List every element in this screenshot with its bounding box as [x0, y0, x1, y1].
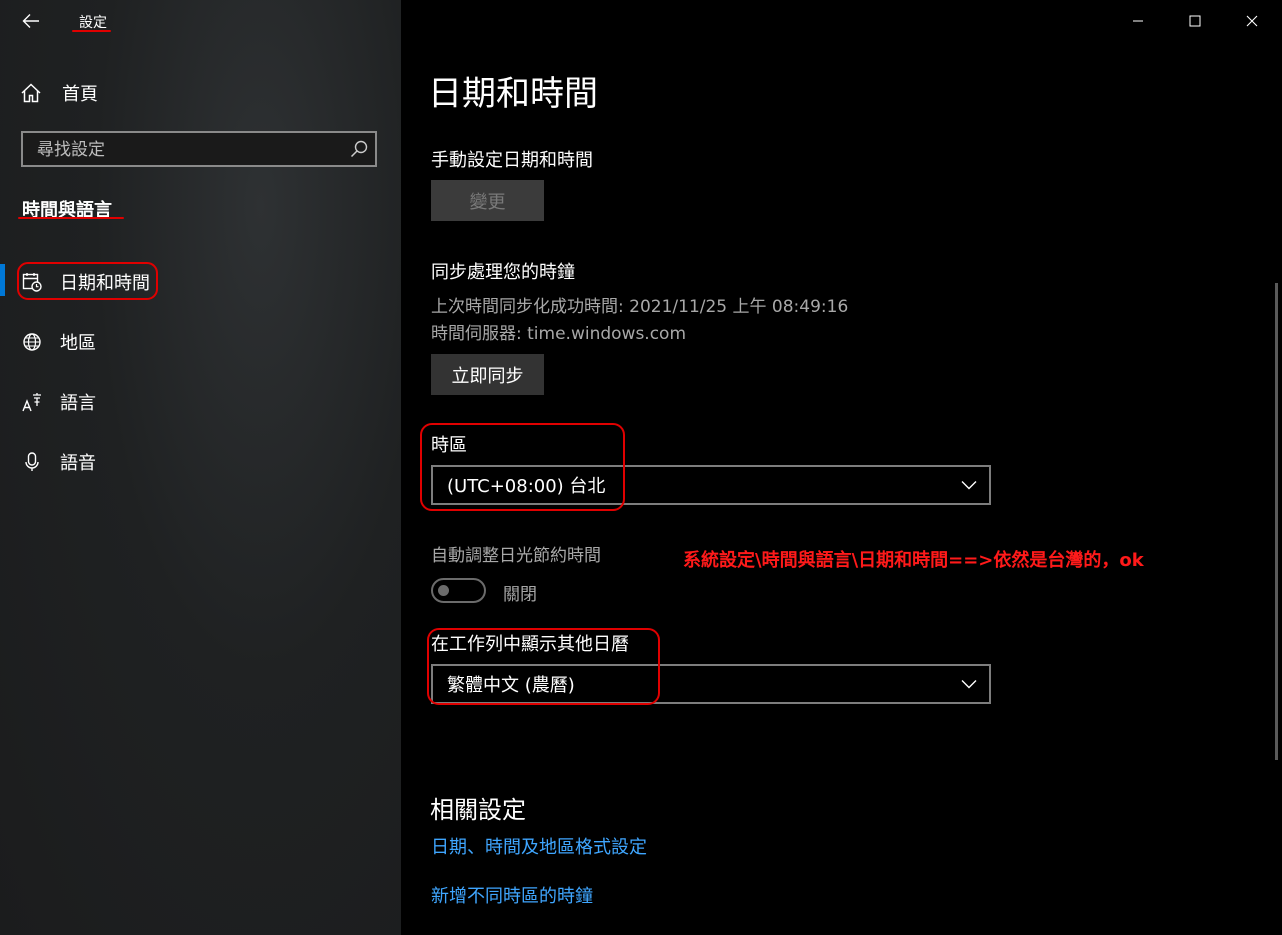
link-add-clocks[interactable]: 新增不同時區的時鐘 — [431, 882, 593, 908]
sidebar-item-region[interactable]: 地區 — [0, 322, 401, 362]
dst-state: 關閉 — [503, 585, 537, 605]
change-button[interactable]: 變更 — [431, 180, 544, 221]
annotation-circle-date-time — [17, 262, 158, 300]
search-box[interactable] — [21, 131, 377, 167]
last-sync-text: 上次時間同步化成功時間: 2021/11/25 上午 08:49:16 — [431, 297, 849, 317]
minimize-button[interactable] — [1109, 0, 1167, 42]
maximize-icon — [1189, 15, 1201, 27]
chevron-down-icon — [961, 481, 977, 490]
microphone-icon — [20, 450, 44, 474]
nav-home[interactable]: 首頁 — [20, 78, 380, 108]
dst-label: 自動調整日光節約時間 — [431, 546, 601, 566]
sidebar-item-speech[interactable]: 語音 — [0, 442, 401, 482]
sidebar-item-label: 語音 — [60, 453, 96, 474]
annotation-underline-title — [72, 30, 111, 32]
minimize-icon — [1133, 20, 1143, 22]
dst-toggle[interactable] — [431, 578, 486, 603]
sidebar: 設定 首頁 時間與語言 日期和時間 地區 語言 語音 — [0, 0, 401, 935]
annotation-box-timezone — [420, 423, 625, 511]
manual-set-label: 手動設定日期和時間 — [431, 150, 593, 171]
annotation-box-calendar — [427, 628, 660, 705]
sidebar-item-language[interactable]: 語言 — [0, 382, 401, 422]
related-settings-title: 相關設定 — [430, 796, 526, 824]
time-server-text: 時間伺服器: time.windows.com — [431, 324, 687, 344]
back-button[interactable] — [14, 8, 48, 34]
nav-home-label: 首頁 — [62, 84, 98, 105]
close-icon — [1246, 15, 1258, 27]
globe-icon — [20, 330, 44, 354]
annotation-underline-section — [18, 217, 124, 219]
home-icon — [21, 83, 41, 103]
sidebar-item-label: 語言 — [60, 393, 96, 414]
annotation-text: 系統設定\時間與語言\日期和時間==>依然是台灣的，ok — [683, 550, 1144, 571]
language-icon — [20, 390, 44, 414]
sidebar-item-label: 地區 — [60, 333, 96, 354]
toggle-knob — [438, 585, 449, 596]
search-input[interactable] — [23, 133, 349, 167]
link-region-format[interactable]: 日期、時間及地區格式設定 — [431, 833, 647, 859]
search-icon[interactable] — [349, 139, 369, 159]
scrollbar[interactable] — [1275, 283, 1278, 760]
sync-now-button[interactable]: 立即同步 — [431, 354, 544, 395]
app-title: 設定 — [79, 15, 107, 31]
sync-label: 同步處理您的時鐘 — [431, 262, 575, 283]
chevron-down-icon — [961, 680, 977, 689]
back-arrow-icon — [22, 14, 39, 28]
page-title: 日期和時間 — [428, 74, 598, 114]
close-button[interactable] — [1223, 0, 1281, 42]
maximize-button[interactable] — [1166, 0, 1224, 42]
